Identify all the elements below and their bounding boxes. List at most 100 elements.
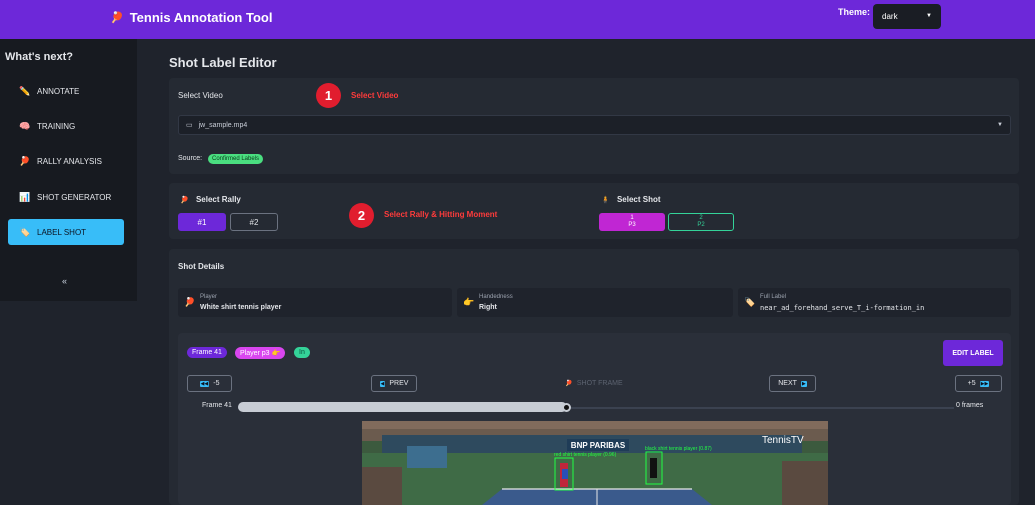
select-shot-label: Select Shot [616,195,661,204]
detection-label-left: red shirt tennis player (0.96) [554,452,617,458]
sidebar-item-label: ANNOTATE [37,86,80,96]
tag-icon: 🏷️ [744,297,756,307]
select-rally-label: Select Rally [195,195,241,204]
brain-icon: 🧠 [19,120,31,131]
shot-button-1[interactable]: 1 P3 [599,213,665,231]
prev-label: PREV [389,380,409,387]
sponsor-banner-text: BNP PARIBAS [571,441,626,450]
step-2-text: Select Rally & Hitting Moment [384,210,498,219]
skip-back-icon: ◀◀ [199,380,210,387]
crowd-left [362,467,402,505]
page-title: Shot Label Editor [169,55,277,70]
frame-slider-handle[interactable] [562,403,571,412]
racket-icon: 🏓 [184,297,196,307]
pointing-hand-icon: 👉 [463,297,475,307]
chart-icon: 📊 [19,191,31,202]
theme-select[interactable]: dark ▼ [873,4,941,29]
step-1-text: Select Video [351,91,399,100]
player-pill: Player p3 👉 [235,347,286,359]
broadcaster-logo: TennisTV [762,435,804,446]
player-red-shirt-shorts [562,469,568,479]
crowd-top [362,421,828,429]
next-button[interactable]: NEXT ▶ [769,375,816,392]
full-label-info-box: 🏷️ Full Label near_ad_forehand_serve_T_i… [738,288,1011,317]
theme-value: dark [882,12,898,21]
tag-icon: 🏷️ [19,226,31,237]
in-pill: In [294,347,310,358]
source-label: Source: [178,155,203,162]
forward-5-label: +5 [967,380,976,387]
shot-frame-label: SHOT FRAME [576,380,623,387]
racket-icon: 🏓 [565,381,573,387]
shot-button-2[interactable]: 2 P2 [668,213,734,231]
sidebar-item-label: RALLY ANALYSIS [37,156,102,166]
top-bar: 🏓 Tennis Annotation Tool Theme: dark ▼ [0,0,1035,39]
pencil-icon: ✏️ [19,85,31,96]
player-info-box: 🏓 Player White shirt tennis player [178,288,452,317]
court-image: BNP PARIBAS TennisTV red shirt tennis pl… [362,421,828,505]
video-frame: BNP PARIBAS TennisTV red shirt tennis pl… [362,421,828,505]
full-label-key: Full Label [760,294,787,300]
sidebar-item-annotate[interactable]: ✏️ ANNOTATE [8,78,124,104]
back-5-button[interactable]: ◀◀ -5 [187,375,232,392]
rally-button-2[interactable]: #2 [230,213,278,231]
forward-5-button[interactable]: +5 ▶▶ [955,375,1002,392]
crowd-right [782,461,828,505]
player-value: White shirt tennis player [200,304,282,311]
select-rally-heading: 🏓 Select Rally [180,195,241,204]
sidebar-item-label: TRAINING [37,121,76,131]
full-label-value: near_ad_forehand_serve_T_i-formation_in [760,304,925,312]
source-badge: Confirmed Labels [208,154,264,164]
select-rally-card [169,183,1019,239]
player-key: Player [200,294,218,300]
prev-icon: ◀ [379,380,386,387]
handedness-value: Right [479,304,497,311]
handedness-key: Handedness [479,294,513,300]
video-select[interactable]: ▭ jw_sample.mp4 ▼ [178,115,1011,135]
sidebar-item-shot-generator[interactable]: 📊 SHOT GENERATOR [8,184,124,210]
video-select-value: jw_sample.mp4 [198,121,248,129]
shot-player: P2 [697,222,705,228]
frame-slider-fill [238,402,567,412]
rally-button-1[interactable]: #1 [178,213,226,231]
racket-icon: 🏓 [110,12,124,24]
racket-icon: 🏓 [180,197,189,204]
frame-pill: Frame 41 [187,347,227,358]
sidebar-item-training[interactable]: 🧠 TRAINING [8,113,124,139]
shot-frame-button[interactable]: 🏓 SHOT FRAME [557,375,631,392]
video-file-icon: ▭ [186,122,193,129]
detection-label-right: black shirt tennis player (0.87) [645,446,712,452]
slider-right-label: 0 frames [956,402,984,409]
sidebar-item-label: SHOT GENERATOR [37,192,112,202]
next-icon: ▶ [800,380,807,387]
handedness-info-box: 👉 Handedness Right [457,288,733,317]
back-5-label: -5 [213,380,220,387]
player-black-shirt [650,458,657,478]
collapse-sidebar-button[interactable]: « [62,276,67,286]
select-shot-heading: 🧍 Select Shot [601,195,661,204]
step-1-badge: 1 [316,83,341,108]
app-title-text: Tennis Annotation Tool [129,10,273,25]
prev-button[interactable]: ◀ PREV [371,375,417,392]
skip-forward-icon: ▶▶ [979,380,990,387]
app-title: 🏓 Tennis Annotation Tool [110,10,272,25]
racket-icon: 🏓 [19,155,31,166]
next-label: NEXT [778,380,797,387]
select-video-label: Select Video [178,91,223,100]
shot-number: 1 [630,214,634,221]
shot-details-title: Shot Details [178,262,225,271]
player-icon: 🧍 [601,197,610,204]
theme-label: Theme: [838,7,871,17]
sidebar-item-label-shot[interactable]: 🏷️ LABEL SHOT [8,219,124,245]
shot-number: 2 [699,214,703,221]
sidebar: What's next? ✏️ ANNOTATE 🧠 TRAINING 🏓 RA… [0,39,137,301]
scoreboard [407,446,447,468]
sidebar-item-rally-analysis[interactable]: 🏓 RALLY ANALYSIS [8,148,124,174]
edit-label-button[interactable]: EDIT LABEL [943,340,1003,366]
caret-down-icon: ▼ [997,122,1003,128]
shot-player: P3 [628,222,636,228]
step-2-badge: 2 [349,203,374,228]
sidebar-item-label: LABEL SHOT [37,227,87,237]
slider-left-label: Frame 41 [202,402,232,409]
sidebar-title: What's next? [5,51,74,63]
